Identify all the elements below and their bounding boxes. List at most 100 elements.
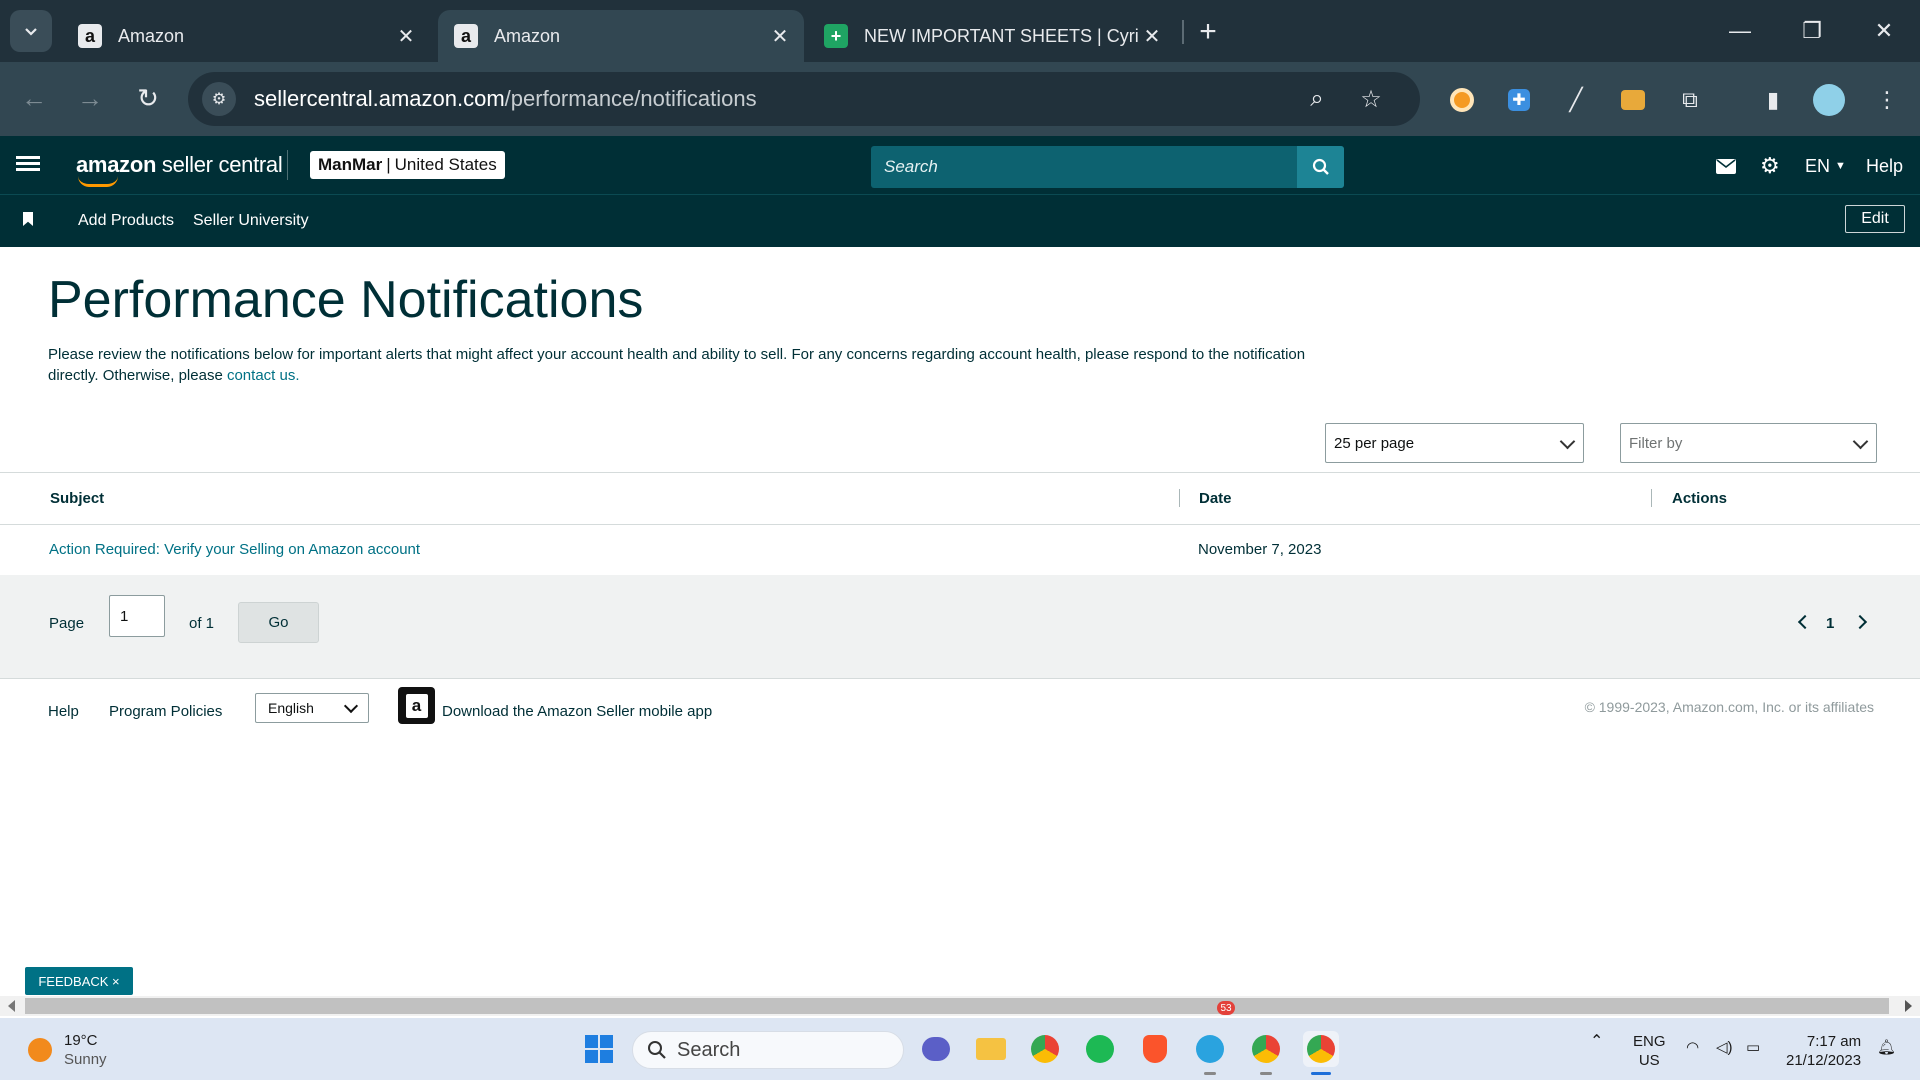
notification-date: November 7, 2023	[1198, 541, 1322, 558]
extensions-puzzle-icon[interactable]: ⧉	[1672, 82, 1708, 118]
next-page-icon[interactable]	[1852, 614, 1868, 630]
meet-icon[interactable]	[918, 1031, 954, 1067]
search-input[interactable]	[871, 146, 1297, 188]
feedback-button[interactable]: FEEDBACK ×	[25, 967, 133, 995]
footer-language-select[interactable]: English	[255, 693, 369, 723]
back-button[interactable]: ←	[14, 78, 54, 118]
contact-us-link[interactable]: contact us.	[227, 367, 300, 384]
tab-title: Amazon	[118, 25, 185, 46]
caret-down-icon: ▼	[1835, 160, 1846, 172]
notification-subject-link[interactable]: Action Required: Verify your Selling on …	[49, 541, 420, 558]
restore-button[interactable]: ❐	[1784, 10, 1840, 52]
site-info-icon[interactable]: ⚙	[202, 82, 236, 116]
scroll-right-icon[interactable]	[1905, 1000, 1912, 1012]
mail-icon[interactable]	[1716, 154, 1736, 178]
chevron-down-icon	[25, 28, 37, 36]
zoom-icon[interactable]: ⌕	[1300, 82, 1334, 116]
download-app-link[interactable]: Download the Amazon Seller mobile app	[442, 703, 712, 720]
sun-icon[interactable]	[28, 1038, 52, 1062]
search-bar	[871, 146, 1344, 188]
close-icon[interactable]: ✕	[1138, 22, 1166, 50]
previous-page-icon[interactable]	[1797, 614, 1813, 630]
copyright: © 1999-2023, Amazon.com, Inc. or its aff…	[1584, 699, 1874, 715]
scroll-left-icon[interactable]	[8, 1000, 15, 1012]
amazon-icon: a	[78, 24, 102, 48]
notification-bell-icon[interactable]: 🔔︎	[1877, 1038, 1896, 1057]
tab-title: NEW IMPORTANT SHEETS | Cyril -	[864, 25, 1138, 46]
file-explorer-icon[interactable]	[973, 1031, 1009, 1067]
amazon-icon: a	[454, 24, 478, 48]
menu-icon[interactable]	[16, 153, 40, 177]
filter-select[interactable]: Filter by	[1620, 423, 1877, 463]
minimize-button[interactable]: —	[1712, 10, 1768, 52]
search-icon	[1312, 158, 1329, 175]
address-bar[interactable]: ⚙ sellercentral.amazon.com/performance/n…	[188, 72, 1420, 126]
amazon-seller-app-icon[interactable]: a	[398, 687, 435, 724]
chrome-icon[interactable]	[1027, 1031, 1063, 1067]
seller-central-header: amazon seller central ManMar | United St…	[0, 136, 1920, 195]
page-number[interactable]: 1	[1826, 615, 1834, 632]
windows-start-icon[interactable]	[581, 1031, 617, 1067]
tab-title: Amazon	[494, 25, 561, 46]
wifi-icon[interactable]: ◠	[1686, 1038, 1699, 1057]
close-icon[interactable]: ✕	[392, 22, 420, 50]
account-switcher[interactable]: ManMar | United States	[310, 151, 505, 179]
footer-help-link[interactable]: Help	[48, 703, 79, 720]
taskbar: 19°C Sunny Search ⌃ ENG US ◠ ◁) ▭ 7:17 a…	[0, 1018, 1920, 1080]
window-close-button[interactable]: ✕	[1856, 10, 1912, 52]
reload-button[interactable]: ↻	[128, 78, 168, 118]
go-button[interactable]: Go	[238, 602, 319, 643]
telegram-icon[interactable]	[1192, 1031, 1228, 1067]
chevron-down-icon	[343, 698, 359, 714]
nav-seller-university[interactable]: Seller University	[193, 212, 309, 230]
extension-honey-icon[interactable]	[1615, 82, 1651, 118]
browser-tab-2[interactable]: a Amazon ✕	[438, 10, 804, 62]
settings-gear-icon[interactable]: ⚙	[1760, 153, 1780, 178]
per-page-select[interactable]: 25 per page	[1325, 423, 1584, 463]
tab-search-button[interactable]	[10, 10, 52, 52]
chrome-running-indicator	[1260, 1072, 1272, 1075]
table-header: Subject Date Actions	[0, 472, 1920, 525]
side-panel-icon[interactable]: ▮	[1755, 82, 1791, 118]
battery-icon[interactable]: ▭	[1746, 1038, 1760, 1057]
url-text[interactable]: sellercentral.amazon.com/performance/not…	[254, 86, 757, 112]
horizontal-scrollbar[interactable]	[0, 996, 1920, 1016]
chevron-down-icon	[1559, 433, 1576, 450]
extension-pen-icon[interactable]: ╱	[1558, 82, 1594, 118]
clock[interactable]: 7:17 am 21/12/2023	[1786, 1032, 1861, 1070]
chrome-active-icon[interactable]	[1303, 1031, 1339, 1067]
chrome-active-indicator	[1311, 1072, 1331, 1075]
page-total: of 1	[189, 615, 215, 632]
spotify-icon[interactable]	[1082, 1031, 1118, 1067]
seller-central-logo[interactable]: amazon seller central	[76, 152, 283, 187]
search-button[interactable]	[1297, 146, 1344, 188]
program-policies-link[interactable]: Program Policies	[109, 703, 222, 720]
taskbar-search[interactable]: Search	[632, 1031, 904, 1069]
language-selector[interactable]: EN ▼	[1805, 154, 1846, 178]
close-icon[interactable]: ✕	[766, 22, 794, 50]
nav-add-products[interactable]: Add Products	[78, 212, 174, 230]
browser-tab-1[interactable]: a Amazon ✕	[62, 10, 430, 62]
page-number-input[interactable]	[109, 595, 165, 637]
help-link[interactable]: Help	[1866, 154, 1903, 178]
column-date: Date	[1199, 490, 1232, 507]
extension-circle-icon[interactable]	[1444, 82, 1480, 118]
forward-button[interactable]: →	[70, 78, 110, 118]
scrollbar-thumb[interactable]	[25, 998, 1889, 1014]
volume-icon[interactable]: ◁)	[1716, 1038, 1733, 1057]
bookmark-nav: Add Products Seller University Edit	[0, 195, 1920, 247]
chrome-profile-icon[interactable]	[1248, 1031, 1284, 1067]
bookmark-icon[interactable]	[23, 212, 33, 226]
extension-plus-icon[interactable]: ✚	[1501, 82, 1537, 118]
browser-menu-icon[interactable]: ⋮	[1869, 82, 1905, 118]
chevron-up-icon[interactable]: ⌃	[1590, 1032, 1603, 1051]
weather-widget[interactable]: 19°C Sunny	[64, 1031, 107, 1069]
profile-avatar-icon[interactable]	[1811, 82, 1847, 118]
input-language[interactable]: ENG US	[1633, 1032, 1666, 1070]
brave-icon[interactable]	[1137, 1031, 1173, 1067]
new-tab-button[interactable]: +	[1190, 14, 1226, 50]
tab-strip: a Amazon ✕ a Amazon ✕ + NEW IMPORTANT SH…	[0, 0, 1920, 62]
browser-tab-3[interactable]: + NEW IMPORTANT SHEETS | Cyril - ✕	[808, 10, 1176, 62]
edit-button[interactable]: Edit	[1845, 205, 1905, 233]
star-icon[interactable]: ☆	[1354, 82, 1388, 116]
